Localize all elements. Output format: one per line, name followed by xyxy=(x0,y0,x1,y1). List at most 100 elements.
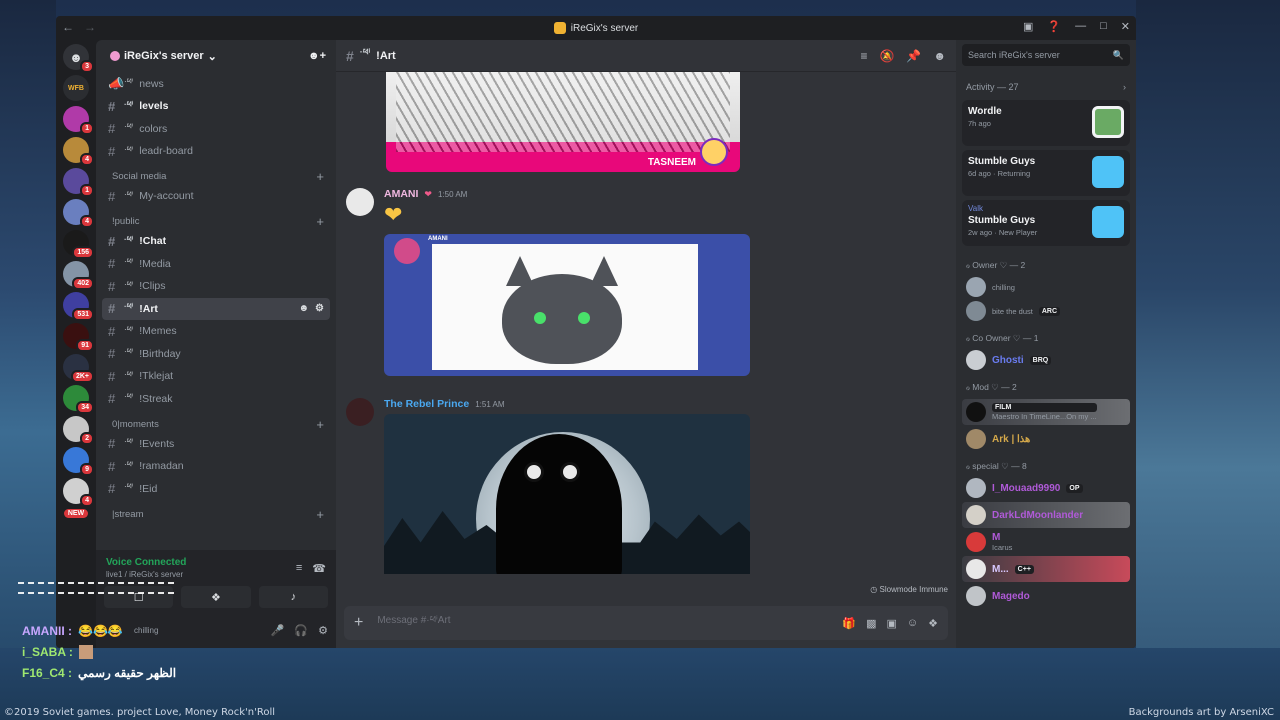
category-social-media[interactable]: Social media + xyxy=(102,163,330,185)
activities-button[interactable]: ❖ xyxy=(181,586,251,608)
channel-prefix: ·ཕⁱ xyxy=(124,459,134,469)
activity-card[interactable]: Wordle 7h ago xyxy=(962,100,1130,146)
member-item[interactable]: I_Mouaad9990 OP xyxy=(956,476,1136,500)
channel-streak[interactable]: # ·ཕⁱ !Streak xyxy=(102,388,330,410)
server-icon[interactable]: 9 xyxy=(63,447,94,476)
disconnect-icon[interactable]: ☎ xyxy=(312,562,326,575)
channel-media[interactable]: # ·ཕⁱ !Media xyxy=(102,253,330,275)
channel-news[interactable]: 📣 ·ཕⁱ news xyxy=(102,73,330,95)
channel-ramadan[interactable]: # ·ཕⁱ !ramadan xyxy=(102,455,330,477)
forward-arrow-icon[interactable]: → xyxy=(84,20,96,34)
close-button[interactable]: ✕ xyxy=(1121,20,1130,33)
help-icon[interactable]: ❓ xyxy=(1047,20,1061,33)
category-stream[interactable]: |stream + xyxy=(102,500,330,522)
server-header[interactable]: iReGix's server ⌄ ☻+ xyxy=(96,40,336,72)
add-channel-icon[interactable]: + xyxy=(316,169,324,184)
channel-colors[interactable]: # ·ཕⁱ colors xyxy=(102,118,330,140)
sticker-icon[interactable]: ▣ xyxy=(886,617,896,630)
threads-icon[interactable]: ≡ xyxy=(860,49,867,63)
channel-birthday[interactable]: # ·ཕⁱ !Birthday xyxy=(102,343,330,365)
pin-icon[interactable]: 📌 xyxy=(906,49,921,63)
gear-icon[interactable]: ⚙ xyxy=(315,303,324,314)
server-icon[interactable]: 91 xyxy=(63,323,94,352)
gif-icon[interactable]: ▩ xyxy=(866,617,876,630)
gear-icon[interactable]: ⚙ xyxy=(318,624,328,637)
member-item[interactable]: Magedo xyxy=(956,584,1136,608)
voice-channel[interactable]: live1 / iReGix's server xyxy=(106,570,186,579)
member-status: Maestro In TimeLine...On my ... xyxy=(992,412,1097,421)
channel-events[interactable]: # ·ཕⁱ !Events xyxy=(102,433,330,455)
server-icon[interactable]: 4 xyxy=(63,199,94,228)
channel-eid[interactable]: # ·ཕⁱ !Eid xyxy=(102,478,330,500)
avatar xyxy=(966,532,986,552)
inbox-icon[interactable]: ▣ xyxy=(1023,20,1033,33)
apps-icon[interactable]: ❖ xyxy=(928,617,938,630)
member-item[interactable]: chilling xyxy=(956,275,1136,299)
activity-header[interactable]: Activity — 27 › xyxy=(956,66,1136,96)
channel-levels[interactable]: # ·ཕⁱ levels xyxy=(102,95,330,117)
server-icon[interactable]: 2 xyxy=(63,416,94,445)
server-icon[interactable]: 4 xyxy=(63,478,94,507)
member-item[interactable]: M... C++ xyxy=(962,556,1130,582)
channel-label: !Clips xyxy=(139,280,166,292)
member-item[interactable]: Ark | هذا xyxy=(956,427,1136,451)
emoji-icon[interactable]: ☺ xyxy=(907,617,918,630)
headphones-icon[interactable]: 🎧 xyxy=(294,624,308,637)
member-item[interactable]: M Icarus xyxy=(956,530,1136,554)
search-input[interactable]: Search iReGix's server 🔍 xyxy=(962,44,1130,66)
server-icon-wfb[interactable]: WFB xyxy=(63,75,89,101)
hash-icon: # xyxy=(108,481,116,496)
category-moments[interactable]: 0|moments + xyxy=(102,410,330,432)
server-icon[interactable]: 531 xyxy=(63,292,94,321)
moon-art-image[interactable] xyxy=(384,414,750,574)
member-item[interactable]: bite the dust ARC xyxy=(956,299,1136,323)
back-arrow-icon[interactable]: ← xyxy=(62,20,74,34)
member-item[interactable]: FILM Maestro In TimeLine...On my ... xyxy=(962,399,1130,425)
notification-badge: 1 xyxy=(80,184,94,197)
add-channel-icon[interactable]: + xyxy=(316,214,324,229)
notifications-icon[interactable]: 🔕 xyxy=(879,49,894,63)
add-member-icon[interactable]: ☻+ xyxy=(308,50,326,62)
add-channel-icon[interactable]: + xyxy=(316,417,324,432)
channel-chat[interactable]: # ·ཕⁱ !Chat xyxy=(102,230,330,252)
channel-clips[interactable]: # ·ཕⁱ !Clips xyxy=(102,275,330,297)
username[interactable]: The Rebel Prince xyxy=(384,398,469,410)
member-list-icon[interactable]: ☻ xyxy=(933,49,946,63)
category-label: 0|moments xyxy=(112,418,159,430)
category-public[interactable]: !public + xyxy=(102,208,330,230)
avatar[interactable] xyxy=(346,398,374,426)
soundboard-button[interactable]: ♪ xyxy=(258,586,328,608)
server-icon[interactable]: 1 xyxy=(63,106,94,135)
channel-leadr-board[interactable]: # ·ཕⁱ leadr-board xyxy=(102,140,330,162)
channel-memes[interactable]: # ·ཕⁱ !Memes xyxy=(102,320,330,342)
add-channel-icon[interactable]: + xyxy=(316,507,324,522)
member-item[interactable]: DarkLdMoonlander xyxy=(962,502,1130,528)
attach-plus-icon[interactable]: + xyxy=(354,614,363,632)
server-icon[interactable]: 2K+ xyxy=(63,354,94,383)
maximize-button[interactable]: □ xyxy=(1100,20,1107,33)
noise-suppression-icon[interactable]: ≡ xyxy=(296,562,302,575)
server-icon[interactable]: 1 xyxy=(63,168,94,197)
channel-my-account[interactable]: # ·ཕⁱ My-account xyxy=(102,185,330,207)
server-icon[interactable]: 402 xyxy=(63,261,94,290)
avatar[interactable] xyxy=(346,188,374,216)
microphone-icon[interactable]: 🎤 xyxy=(271,624,285,637)
gift-icon[interactable]: 🎁 xyxy=(842,617,856,630)
activity-card[interactable]: Valk Stumble Guys 2w ago · New Player xyxy=(962,200,1130,246)
server-icon[interactable]: 156 xyxy=(63,230,94,259)
server-icon[interactable]: 4 xyxy=(63,137,94,166)
cat-drawing-image[interactable]: AMANI xyxy=(384,234,750,376)
member-item[interactable]: Ghosti BRQ xyxy=(956,348,1136,372)
minimize-button[interactable]: — xyxy=(1075,20,1086,33)
avatar xyxy=(966,277,986,297)
channel-tklejat[interactable]: # ·ཕⁱ !Tklejat xyxy=(102,365,330,387)
message-input[interactable]: Message #·ཕⁱArt xyxy=(377,609,828,637)
activity-card[interactable]: Stumble Guys 6d ago · Returning xyxy=(962,150,1130,196)
username[interactable]: AMANI xyxy=(384,188,418,200)
discord-home-icon[interactable]: ☻ 3 xyxy=(63,44,94,73)
channel-art[interactable]: # ·ཕⁱ !Art ☻ ⚙ xyxy=(102,297,330,320)
search-icon: 🔍 xyxy=(1112,49,1124,60)
server-icon[interactable]: 34 xyxy=(63,385,94,414)
invite-icon[interactable]: ☻ xyxy=(299,303,310,314)
art-image[interactable]: TASNEEM xyxy=(386,72,740,172)
